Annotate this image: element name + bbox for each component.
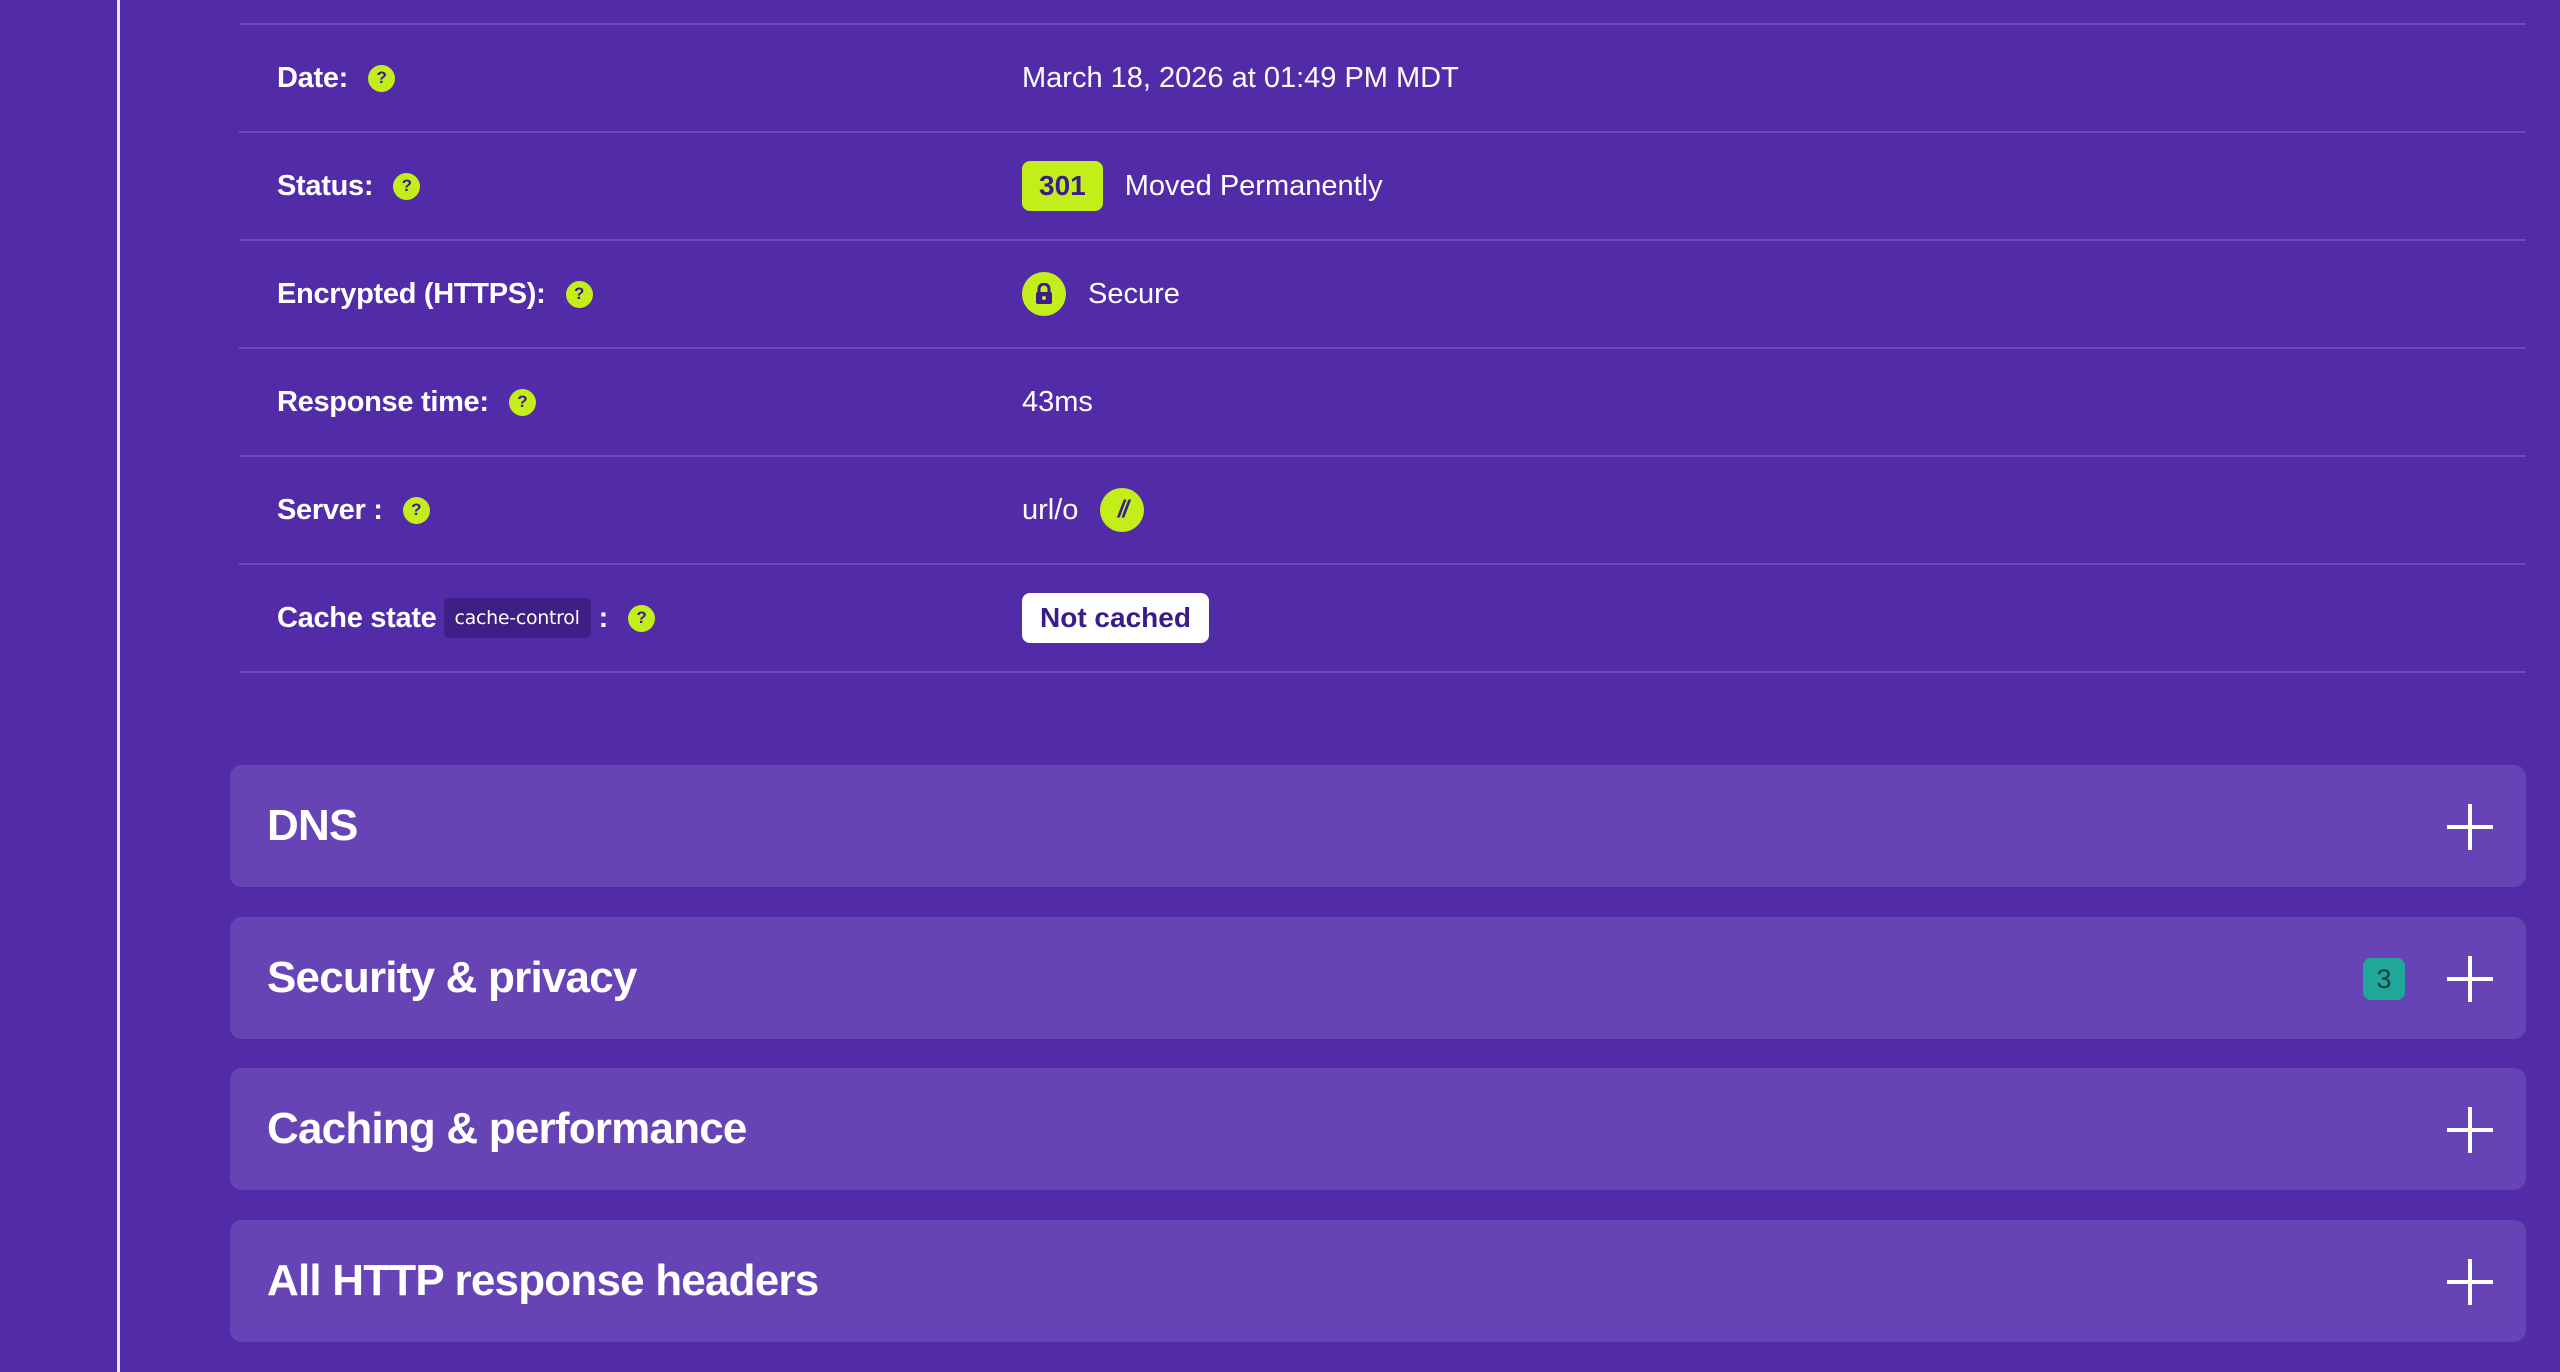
encrypted-label: Encrypted (HTTPS): xyxy=(277,277,546,310)
encrypted-value-cell: Secure xyxy=(1022,241,1180,347)
http-headers-expand-plus-icon[interactable] xyxy=(2447,1259,2493,1305)
cache-state-row: Cache state cache-control : ? Not cached xyxy=(239,565,2526,673)
date-value: March 18, 2026 at 01:49 PM MDT xyxy=(1022,61,1459,94)
server-help-icon[interactable]: ? xyxy=(402,496,430,524)
server-label: Server : xyxy=(277,493,383,526)
caching-performance-section-title: Caching & performance xyxy=(267,1104,747,1153)
caching-performance-expand-plus-icon[interactable] xyxy=(2447,1107,2493,1153)
encrypted-value: Secure xyxy=(1088,277,1180,310)
cache-state-colon: : xyxy=(598,601,609,634)
encrypted-label-cell: Encrypted (HTTPS): ? xyxy=(277,241,593,347)
response-time-value: 43ms xyxy=(1022,385,1093,418)
cache-state-help-icon[interactable]: ? xyxy=(627,604,655,632)
encrypted-help-icon[interactable]: ? xyxy=(565,280,593,308)
security-issue-count-badge: 3 xyxy=(2363,958,2405,1000)
lock-icon xyxy=(1022,272,1066,316)
status-row: Status: ? 301 Moved Permanently xyxy=(239,133,2526,241)
server-row: Server : ? url/o // xyxy=(239,457,2526,565)
dns-expand-plus-icon[interactable] xyxy=(2447,804,2493,850)
urlo-logo-icon: // xyxy=(1100,488,1145,532)
cache-state-label-cell: Cache state cache-control : ? xyxy=(277,565,655,671)
timeline-divider xyxy=(117,0,120,1372)
encrypted-row: Encrypted (HTTPS): ? Secure xyxy=(239,241,2526,349)
status-value-cell: 301 Moved Permanently xyxy=(1022,133,1383,239)
cache-state-value-cell: Not cached xyxy=(1022,565,1209,671)
cache-state-badge: Not cached xyxy=(1022,593,1209,643)
http-headers-section-header[interactable]: All HTTP response headers xyxy=(230,1220,2526,1342)
cache-state-label: Cache state xyxy=(277,601,437,634)
dns-section-title: DNS xyxy=(267,801,358,850)
date-row: Date: ? March 18, 2026 at 01:49 PM MDT xyxy=(239,25,2526,133)
security-privacy-section-title: Security & privacy xyxy=(267,953,637,1002)
status-text: Moved Permanently xyxy=(1124,169,1383,202)
response-time-label-cell: Response time: ? xyxy=(277,349,536,455)
cache-control-chip: cache-control xyxy=(443,598,591,638)
status-code-badge: 301 xyxy=(1022,161,1103,211)
response-time-value-cell: 43ms xyxy=(1022,349,1093,455)
status-help-icon[interactable]: ? xyxy=(393,172,421,200)
caching-performance-section-header[interactable]: Caching & performance xyxy=(230,1068,2526,1190)
server-label-cell: Server : ? xyxy=(277,457,430,563)
server-value-cell: url/o // xyxy=(1022,457,1145,563)
date-value-cell: March 18, 2026 at 01:49 PM MDT xyxy=(1022,25,1459,131)
http-headers-section-title: All HTTP response headers xyxy=(267,1256,819,1305)
response-time-help-icon[interactable]: ? xyxy=(508,388,536,416)
response-time-row: Response time: ? 43ms xyxy=(239,349,2526,457)
server-value: url/o xyxy=(1022,493,1079,526)
security-privacy-section-header[interactable]: Security & privacy 3 xyxy=(230,917,2526,1039)
response-time-label: Response time: xyxy=(277,385,489,418)
status-label: Status: xyxy=(277,169,374,202)
status-label-cell: Status: ? xyxy=(277,133,421,239)
date-label-cell: Date: ? xyxy=(277,25,396,131)
date-help-icon[interactable]: ? xyxy=(368,64,396,92)
page: Date: ? March 18, 2026 at 01:49 PM MDT S… xyxy=(0,0,2560,1372)
dns-section-header[interactable]: DNS xyxy=(230,765,2526,887)
security-privacy-expand-plus-icon[interactable] xyxy=(2447,956,2493,1002)
date-label: Date: xyxy=(277,61,349,94)
